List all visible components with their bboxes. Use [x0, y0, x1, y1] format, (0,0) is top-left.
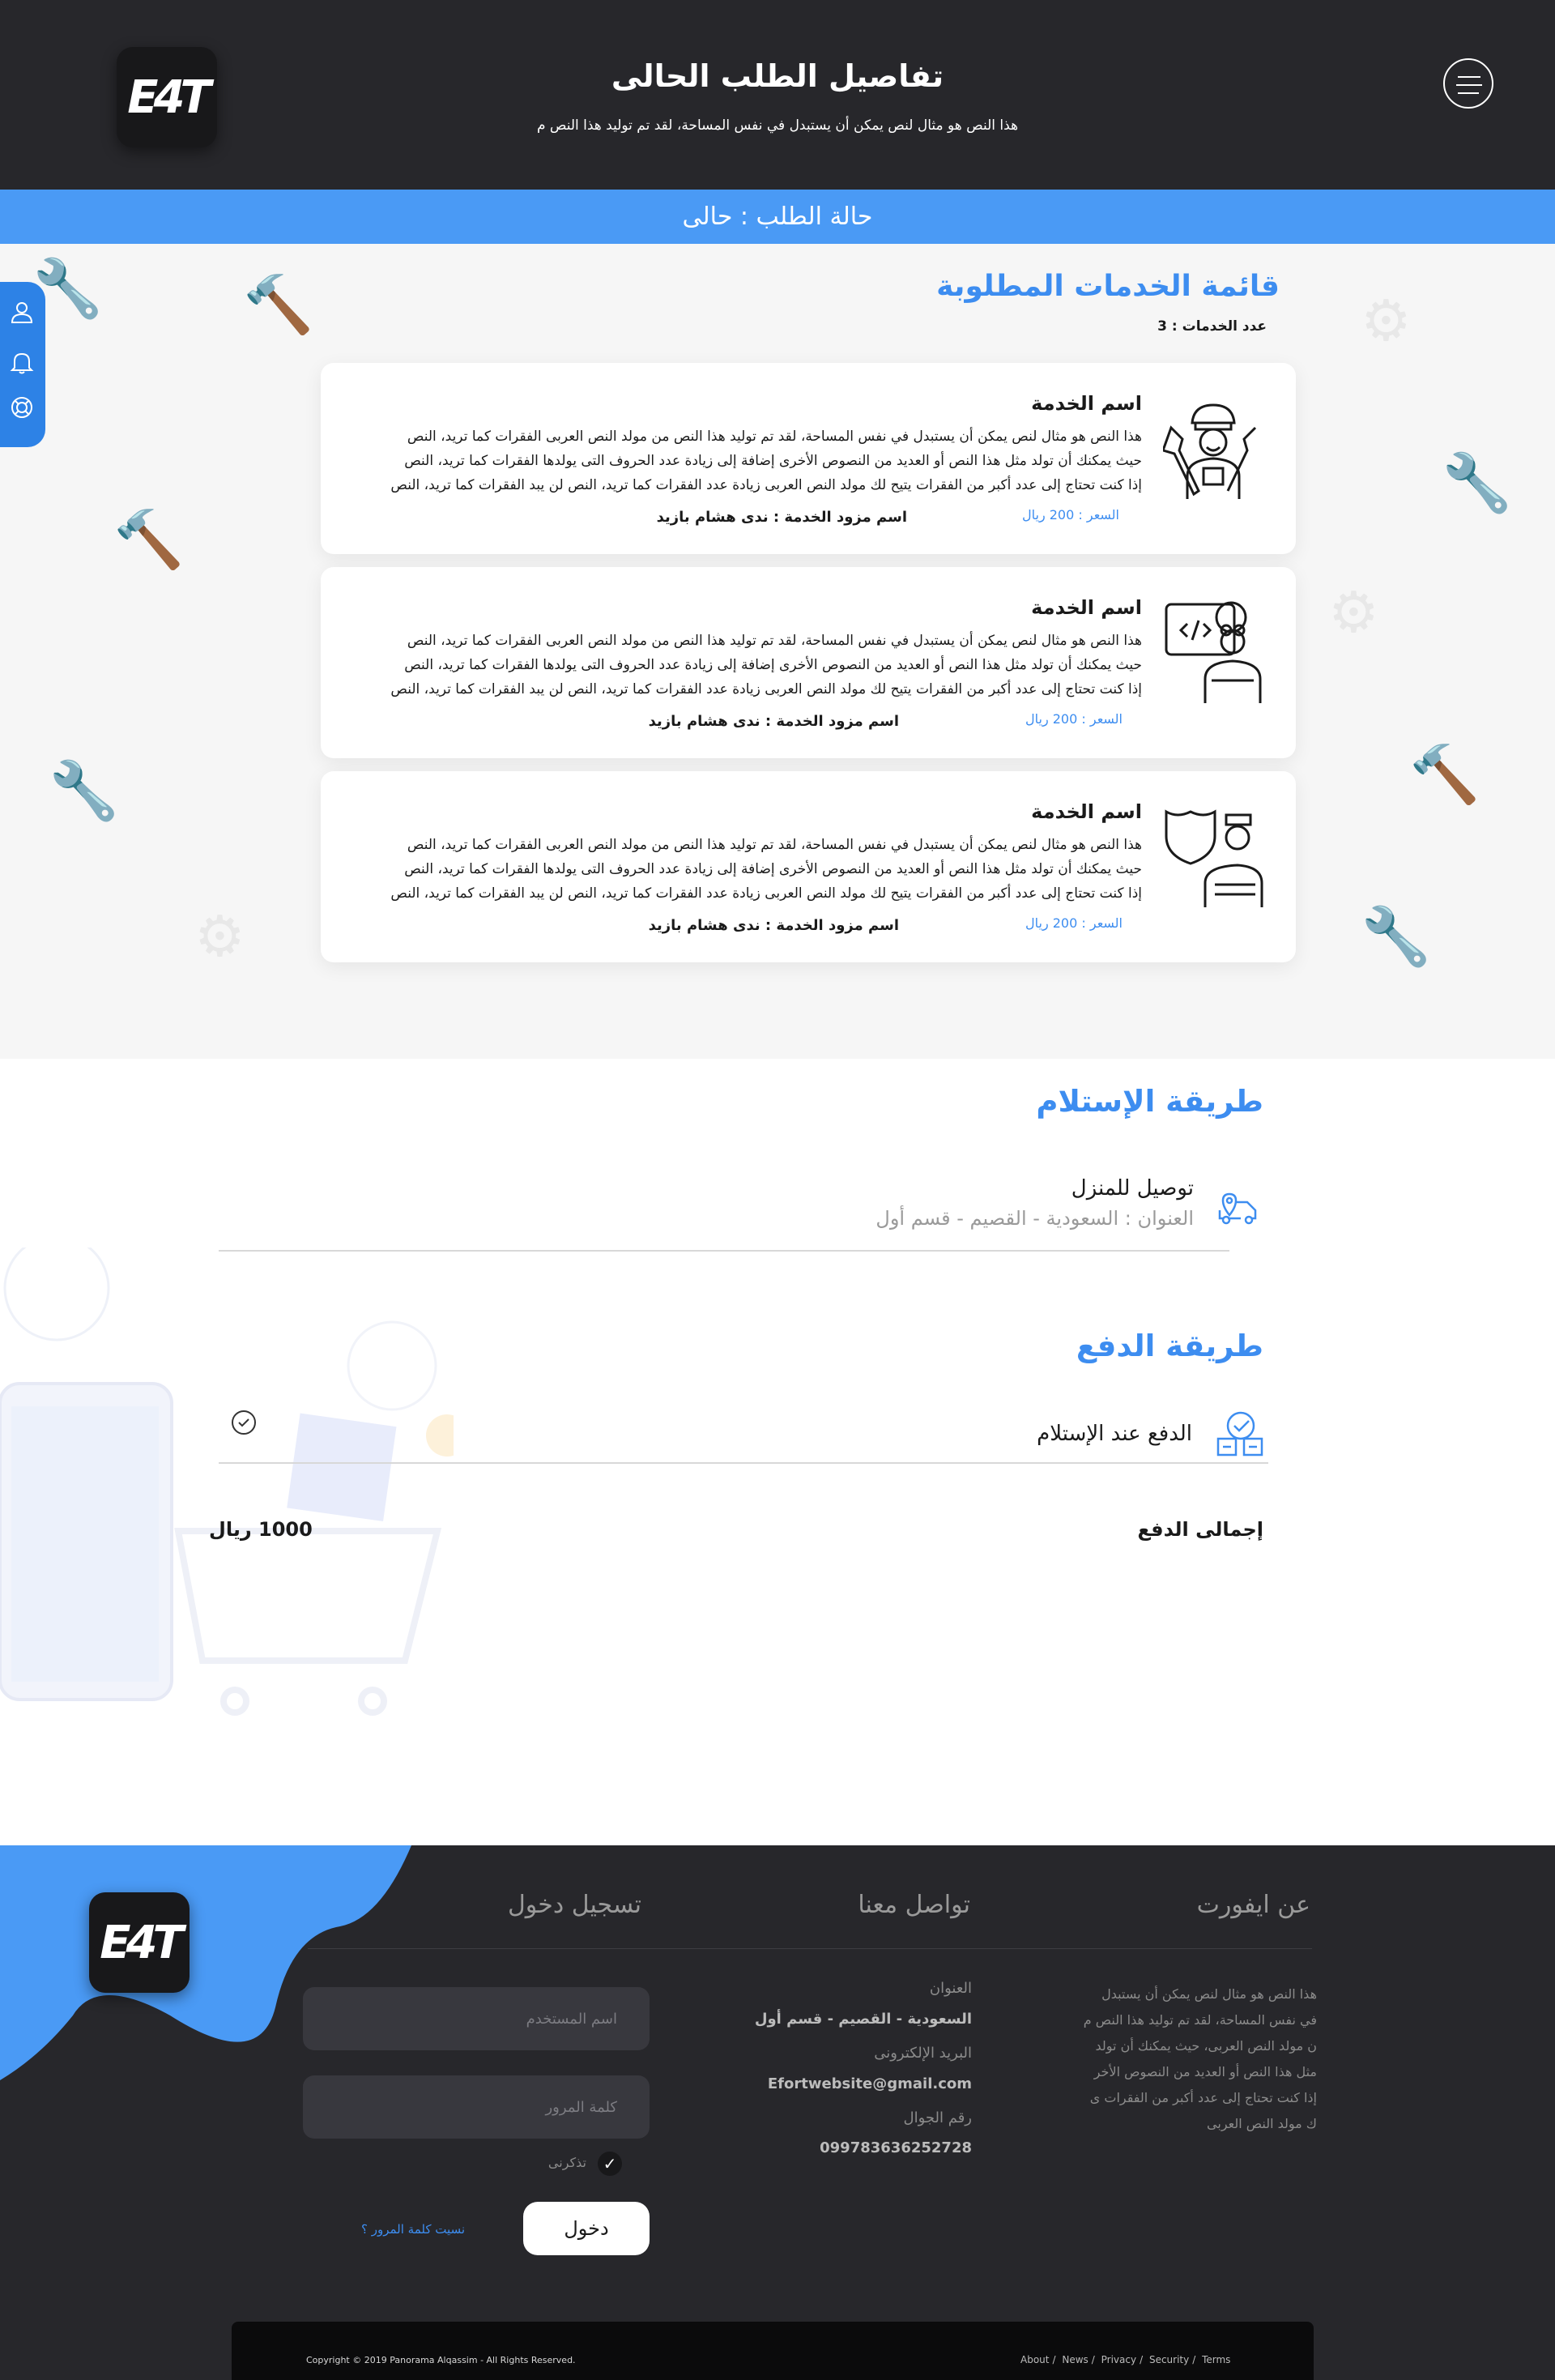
programmer-icon-svg — [1165, 601, 1262, 703]
divider — [219, 1462, 1268, 1464]
service-provider: اسم مزود الخدمة : ندى هشام بازيد — [648, 917, 899, 934]
services-count: عدد الخدمات : 3 — [1157, 318, 1267, 335]
phone-label: رقم الجوال — [903, 2109, 972, 2126]
mechanic-icon — [1161, 395, 1263, 501]
bell-icon[interactable] — [10, 350, 34, 374]
service-provider: اسم مزود الخدمة : ندى هشام بازيد — [648, 713, 899, 730]
copyright-text: Copyright © 2019 Panorama Alqassim - All… — [306, 2355, 576, 2365]
delivery-method: توصيل للمنزل — [1071, 1176, 1194, 1201]
menu-line — [1458, 92, 1479, 94]
cash-payment-icon — [1216, 1411, 1263, 1457]
service-price: السعر : 200 ريال — [1021, 507, 1119, 522]
total-label: إجمالى الدفع — [1137, 1518, 1263, 1541]
page-header: E4T تفاصيل الطلب الحالى هذا النص هو مثال… — [0, 0, 1555, 190]
footer-blue-wave — [0, 1845, 411, 2080]
about-title: عن ايفورت — [1196, 1891, 1310, 1919]
service-price: السعر : 200 ريال — [1025, 711, 1123, 727]
service-description: هذا النص هو مثال لنص يمكن أن يستبدل في ن… — [356, 424, 1142, 497]
programmer-icon — [1163, 599, 1263, 705]
delivery-address: العنوان : السعودية - القصيم - قسم أول — [875, 1207, 1194, 1230]
security-worker-icon — [1163, 804, 1263, 909]
email-label: البريد الإلكترونى — [874, 2045, 972, 2062]
menu-line — [1456, 84, 1482, 86]
total-value: 1000 ريال — [209, 1518, 313, 1541]
service-description: هذا النص هو مثال لنص يمكن أن يستبدل في ن… — [356, 833, 1142, 906]
order-status-text: حالة الطلب : حالى — [682, 203, 873, 231]
shopping-illustration — [0, 1248, 454, 1716]
payment-selected-check[interactable] — [232, 1410, 256, 1435]
service-description-line: حيث يمكنك أن تولد مثل هذا النص أو العديد… — [404, 657, 1142, 673]
delivery-title: طريقة الإستلام — [1036, 1084, 1263, 1119]
footer-link-about[interactable]: About — [1020, 2354, 1049, 2365]
page-subtitle: هذا النص هو مثال لنص يمكن أن يستبدل في ن… — [536, 117, 1019, 134]
service-description-line: إذا كنت تحتاج إلى عدد أكبر من الفقرات يت… — [390, 885, 1142, 902]
service-card: اسم الخدمة هذا النص هو مثال لنص يمكن أن … — [321, 567, 1296, 758]
service-name: اسم الخدمة — [1031, 392, 1142, 415]
service-description-line: حيث يمكنك أن تولد مثل هذا النص أو العديد… — [404, 453, 1142, 469]
service-description-line: إذا كنت تحتاج إلى عدد أكبر من الفقرات يت… — [390, 477, 1142, 493]
service-description-line: هذا النص هو مثال لنص يمكن أن يستبدل في ن… — [407, 429, 1142, 445]
footer-links: About / News / Privacy / Security / Terms — [1020, 2354, 1231, 2365]
delivery-truck-icon — [1218, 1192, 1257, 1225]
footer-divider — [308, 1948, 1312, 1949]
password-input[interactable] — [303, 2075, 650, 2139]
gear-pattern-icon: ⚙ — [1361, 288, 1412, 354]
service-price: السعر : 200 ريال — [1025, 915, 1123, 931]
user-icon[interactable] — [10, 300, 34, 324]
remember-me-label: تذكرنى — [547, 2155, 586, 2170]
remember-me-checkbox[interactable]: ✓ — [598, 2152, 622, 2176]
service-description-line: هذا النص هو مثال لنص يمكن أن يستبدل في ن… — [407, 837, 1142, 853]
gear-pattern-icon: ⚙ — [194, 903, 245, 970]
login-title: تسجيل دخول — [508, 1891, 641, 1919]
hammer-pattern-icon: 🔨 — [113, 506, 185, 573]
service-card: اسم الخدمة هذا النص هو مثال لنص يمكن أن … — [321, 771, 1296, 962]
service-name: اسم الخدمة — [1031, 800, 1142, 823]
page-title: تفاصيل الطلب الحالى — [611, 58, 944, 94]
payment-method: الدفع عند الإستلام — [1037, 1422, 1192, 1446]
services-section: 🔧 🔨 ⚙ 🔧 🔨 ⚙ 🔧 🔨 ⚙ 🔧 قائمة الخدمات المطلو… — [0, 244, 1555, 1059]
page-footer: E4T عن ايفورت تواصل معنا تسجيل دخول هذا … — [0, 1845, 1555, 2380]
service-name: اسم الخدمة — [1031, 596, 1142, 619]
service-description-line: إذا كنت تحتاج إلى عدد أكبر من الفقرات يت… — [390, 681, 1142, 697]
username-input[interactable] — [303, 1987, 650, 2050]
side-quick-panel — [0, 282, 45, 447]
footer-logo-text: E4T — [100, 1916, 183, 1969]
footer-link-news[interactable]: News — [1062, 2354, 1088, 2365]
phone-value[interactable]: 099783636252728 — [820, 2139, 972, 2156]
wrench-pattern-icon: 🔧 — [1361, 903, 1432, 970]
order-status-bar: حالة الطلب : حالى — [0, 190, 1555, 244]
security-worker-icon-svg — [1165, 809, 1263, 907]
service-description-line: هذا النص هو مثال لنص يمكن أن يستبدل في ن… — [407, 633, 1142, 649]
services-title: قائمة الخدمات المطلوبة — [936, 270, 1280, 303]
payment-title: طريقة الدفع — [1076, 1329, 1263, 1363]
address-value: السعودية - القصيم - قسم أول — [754, 2011, 972, 2028]
footer-link-terms[interactable]: Terms — [1202, 2354, 1230, 2365]
service-description: هذا النص هو مثال لنص يمكن أن يستبدل في ن… — [356, 629, 1142, 702]
wrench-pattern-icon: 🔧 — [1442, 450, 1513, 516]
menu-line — [1458, 76, 1480, 78]
hammer-pattern-icon: 🔨 — [243, 271, 314, 338]
hamburger-menu-button[interactable] — [1443, 58, 1493, 109]
email-value[interactable]: Efortwebsite@gmail.com — [768, 2075, 972, 2092]
service-description-line: حيث يمكنك أن تولد مثل هذا النص أو العديد… — [404, 861, 1142, 877]
service-provider: اسم مزود الخدمة : ندى هشام بازيد — [656, 509, 907, 526]
checkmark-icon — [238, 1418, 249, 1427]
address-label: العنوان — [929, 1980, 972, 1997]
service-card: اسم الخدمة هذا النص هو مثال لنص يمكن أن … — [321, 363, 1296, 554]
footer-link-security[interactable]: Security — [1149, 2354, 1189, 2365]
login-button[interactable]: دخول — [523, 2202, 650, 2255]
footer-bottom-bar — [232, 2322, 1314, 2380]
hammer-pattern-icon: 🔨 — [1409, 741, 1480, 808]
footer-link-privacy[interactable]: Privacy — [1101, 2354, 1136, 2365]
wrench-pattern-icon: 🔧 — [49, 757, 120, 824]
contact-title: تواصل معنا — [858, 1891, 970, 1919]
gear-pattern-icon: ⚙ — [1328, 579, 1379, 646]
about-text: هذا النص هو مثال لنص يمكن أن يستبدل في ن… — [1083, 1986, 1317, 2131]
footer-logo[interactable]: E4T — [89, 1892, 190, 1993]
support-icon[interactable] — [10, 395, 34, 420]
forgot-password-link[interactable]: نسيت كلمة المرور ؟ — [361, 2222, 465, 2237]
mechanic-icon-svg — [1161, 403, 1257, 499]
